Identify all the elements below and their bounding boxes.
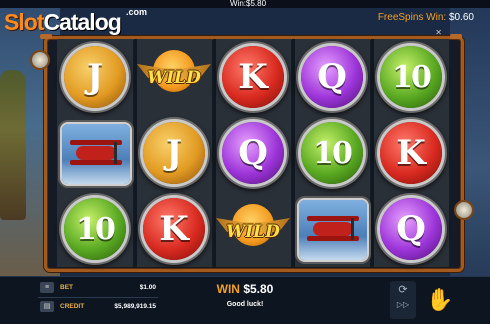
freespins-win: FreeSpins Win: $0.60 [378, 12, 474, 23]
plane-propeller [351, 218, 354, 240]
reel-separator [371, 39, 374, 267]
logo-dotcom: .com [126, 7, 148, 17]
close-icon[interactable]: ✕ [435, 28, 442, 37]
symbol-biplane [299, 200, 367, 260]
wild-label: WILD [147, 68, 201, 88]
symbol-wild: WILD [216, 200, 290, 260]
plane-body [313, 222, 353, 236]
logo-slot: Slot [4, 9, 44, 35]
win-value: $5.80 [243, 282, 274, 296]
freespins-value: $0.60 [448, 12, 474, 23]
spin-icon[interactable]: ⟳ [390, 283, 416, 296]
symbol-wild: WILD [137, 46, 211, 106]
logo-catalog: Catalog [43, 9, 121, 35]
gauge-icon [456, 202, 472, 218]
freespins-label: FreeSpins Win: [377, 12, 447, 23]
frame-corner [450, 34, 462, 39]
status-message: Good luck! [226, 301, 264, 308]
win-display: WIN $5.80 [0, 282, 490, 296]
reel-separator [292, 39, 295, 267]
symbol-q: Q [380, 198, 442, 260]
symbol-10: 10 [64, 198, 126, 260]
symbol-j: J [143, 122, 205, 184]
wild-label: WILD [226, 222, 280, 242]
top-bar: Win:$5.80 [0, 0, 490, 8]
symbol-10: 10 [301, 122, 363, 184]
cashout-icon[interactable]: ✋ [420, 281, 460, 319]
symbol-biplane [62, 124, 130, 184]
plane-body [76, 146, 116, 160]
frame-corner [40, 34, 52, 39]
symbol-q: Q [301, 46, 363, 108]
divider [38, 297, 158, 298]
fast-play-icon[interactable]: ▷▷ [390, 300, 416, 309]
plane-propeller [114, 142, 117, 164]
spin-controls: ⟳ ▷▷ [390, 281, 416, 319]
win-label: WIN [216, 282, 240, 296]
symbol-q: Q [222, 122, 284, 184]
symbol-k: K [143, 198, 205, 260]
symbol-10: 10 [380, 46, 442, 108]
top-win-text: Win:$5.80 [230, 0, 267, 8]
pilot-character [0, 70, 26, 220]
symbol-k: K [222, 46, 284, 108]
gauge-icon [32, 52, 48, 68]
symbol-k: K [380, 122, 442, 184]
symbol-j: J [64, 46, 126, 108]
